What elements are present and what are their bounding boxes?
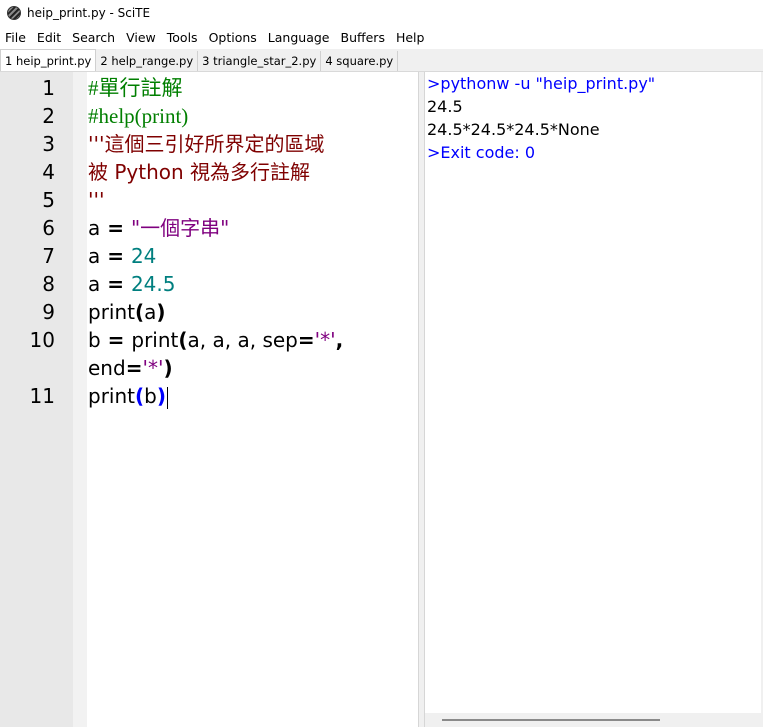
docstring-token: ''' <box>88 188 105 212</box>
operator-token: = <box>100 216 131 240</box>
line-numbers: 1 2 3 4 5 6 7 8 9 10 11 <box>0 74 55 410</box>
string-token: '*' <box>314 328 336 352</box>
code-line-10-wrap: end='*') <box>88 354 418 382</box>
fold-margin[interactable] <box>73 72 87 727</box>
line-number: 4 <box>42 160 55 184</box>
menu-buffers[interactable]: Buffers <box>336 30 391 45</box>
identifier-token: print <box>88 300 135 324</box>
output-command-line: >pythonw -u "heip_print.py" <box>427 74 656 93</box>
brace-highlight-token: ( <box>135 384 145 408</box>
tab-heip-print[interactable]: 1 heip_print.py <box>0 49 97 71</box>
docstring-token: '''這個三引好所界定的區域 <box>88 132 325 156</box>
comment-token: #單行註解 <box>88 76 183 100</box>
code-line-6: a = "一個字串" <box>88 214 418 242</box>
line-number: 3 <box>42 132 55 156</box>
tab-triangle-star-2[interactable]: 3 triangle_star_2.py <box>198 51 322 71</box>
pane-splitter[interactable] <box>418 72 425 727</box>
output-line: 24.5 <box>427 97 463 116</box>
buffer-tab-bar: 1 heip_print.py 2 help_range.py 3 triang… <box>0 49 763 72</box>
line-number: 11 <box>29 384 55 408</box>
identifier-token: a <box>88 216 101 240</box>
output-exit-code: >Exit code: 0 <box>427 143 536 162</box>
string-token: '*' <box>142 356 164 380</box>
menu-search[interactable]: Search <box>67 30 121 45</box>
identifier-token: print <box>88 384 135 408</box>
line-number: 9 <box>42 300 55 324</box>
code-line-4: 被 Python 視為多行註解 <box>88 158 418 186</box>
menu-edit[interactable]: Edit <box>32 30 67 45</box>
output-pane[interactable]: >pythonw -u "heip_print.py" 24.5 24.5*24… <box>425 72 763 713</box>
menu-help[interactable]: Help <box>391 30 431 45</box>
comment-token: #help(print) <box>88 104 189 128</box>
text-caret <box>166 386 168 409</box>
identifier-token: a <box>88 272 101 296</box>
line-number: 6 <box>42 216 55 240</box>
number-token: 24 <box>130 244 157 268</box>
output-horizontal-scrollbar[interactable] <box>425 713 763 727</box>
line-number: 10 <box>29 328 55 352</box>
title-bar: heip_print.py - SciTE <box>0 0 763 26</box>
code-line-3: '''這個三引好所界定的區域 <box>88 130 418 158</box>
docstring-token: 被 Python 視為多行註解 <box>88 160 311 184</box>
line-number-margin[interactable]: 1 2 3 4 5 6 7 8 9 10 11 <box>0 72 73 727</box>
scite-app-icon <box>7 6 21 20</box>
line-number: 5 <box>42 188 55 212</box>
line-number: 1 <box>42 76 55 100</box>
operator-token: = <box>100 328 132 352</box>
menu-bar: File Edit Search View Tools Options Lang… <box>0 27 763 48</box>
code-line-2: #help(print) <box>88 102 418 130</box>
identifier-token: a <box>88 244 101 268</box>
code-area[interactable]: #單行註解 #help(print) '''這個三引好所界定的區域 被 Pyth… <box>88 74 418 410</box>
identifier-token: a, a, a, sep <box>187 328 298 352</box>
operator-token: ( <box>135 300 145 324</box>
menu-view[interactable]: View <box>121 30 162 45</box>
operator-token: = <box>100 244 131 268</box>
string-token: "一個字串" <box>130 216 230 240</box>
operator-token: ) <box>163 356 173 380</box>
operator-token: = <box>297 328 315 352</box>
code-line-1: #單行註解 <box>88 74 418 102</box>
menu-file[interactable]: File <box>0 30 32 45</box>
identifier-token: a <box>144 300 157 324</box>
number-token: 24.5 <box>130 272 176 296</box>
code-line-10: b = print(a, a, a, sep='*', <box>88 326 418 354</box>
code-line-5: ''' <box>88 186 418 214</box>
code-line-7: a = 24 <box>88 242 418 270</box>
window-title: heip_print.py - SciTE <box>27 6 151 20</box>
menu-tools[interactable]: Tools <box>162 30 204 45</box>
code-line-8: a = 24.5 <box>88 270 418 298</box>
line-number: 7 <box>42 244 55 268</box>
editor-pane[interactable]: 1 2 3 4 5 6 7 8 9 10 11 #單行註解 #help(prin… <box>0 72 418 727</box>
line-number: 8 <box>42 272 55 296</box>
operator-token: ) <box>156 300 166 324</box>
menu-language[interactable]: Language <box>263 30 336 45</box>
code-line-11: print(b) <box>88 382 418 410</box>
tab-help-range[interactable]: 2 help_range.py <box>96 51 199 71</box>
tab-square[interactable]: 4 square.py <box>321 51 399 71</box>
operator-token: = <box>100 272 131 296</box>
operator-token: ( <box>178 328 188 352</box>
identifier-token: b <box>88 328 101 352</box>
identifier-token: end <box>88 356 126 380</box>
menu-options[interactable]: Options <box>204 30 263 45</box>
scrollbar-thumb[interactable] <box>442 719 660 721</box>
line-number: 2 <box>42 104 55 128</box>
operator-token: , <box>335 328 344 352</box>
operator-token: = <box>125 356 143 380</box>
line-number-wrap <box>0 354 55 382</box>
identifier-token: print <box>131 328 179 352</box>
identifier-token: b <box>144 384 157 408</box>
output-line: 24.5*24.5*24.5*None <box>427 120 600 139</box>
code-line-9: print(a) <box>88 298 418 326</box>
brace-highlight-token: ) <box>156 384 166 408</box>
